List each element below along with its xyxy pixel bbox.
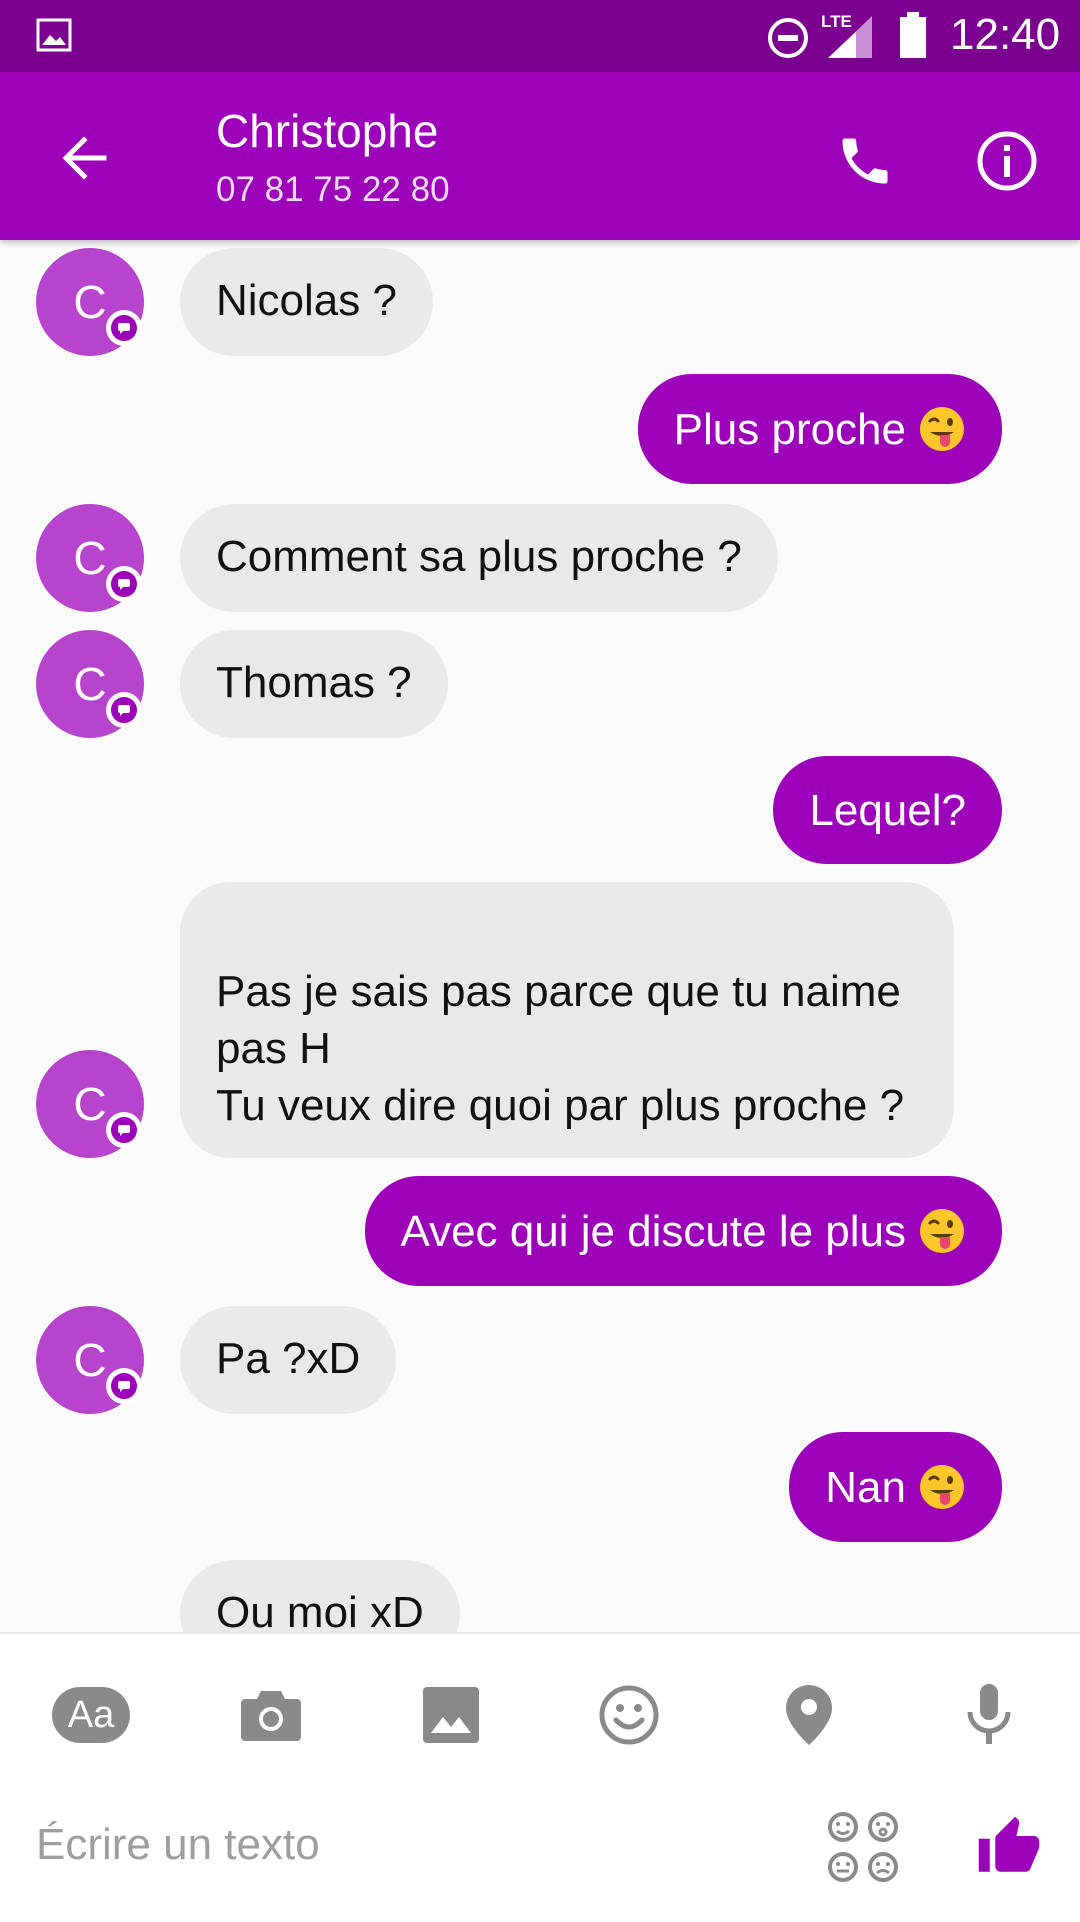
avatar-letter: C xyxy=(73,1078,107,1130)
contact-avatar[interactable]: C xyxy=(36,1050,144,1158)
gallery-icon xyxy=(423,1687,479,1743)
phone-icon xyxy=(842,138,888,184)
incoming-message[interactable]: Pa ?xD xyxy=(180,1306,397,1414)
messenger-badge-icon xyxy=(106,310,142,346)
network-type-label: LTE xyxy=(821,12,852,31)
messenger-badge-icon xyxy=(106,692,142,728)
face-with-tongue-emoji-icon xyxy=(920,1465,964,1509)
face-with-tongue-emoji-icon xyxy=(920,407,964,451)
contact-avatar[interactable]: C xyxy=(36,248,144,356)
voice-record-button[interactable] xyxy=(944,1670,1034,1760)
emoji-icon xyxy=(599,1685,659,1745)
messenger-badge-icon xyxy=(106,1368,142,1404)
microphone-icon xyxy=(967,1684,1011,1744)
contact-avatar[interactable]: C xyxy=(36,504,144,612)
text-format-button[interactable]: Aa xyxy=(46,1670,136,1760)
avatar-letter: C xyxy=(73,1334,107,1386)
incoming-message[interactable]: Pas je sais pas parce que tu naime pas H… xyxy=(180,882,954,1158)
like-button[interactable] xyxy=(966,1804,1052,1890)
back-button[interactable] xyxy=(44,118,124,198)
message-text: Thomas ? xyxy=(216,658,412,707)
message-text: Pa ?xD xyxy=(216,1334,361,1383)
info-button[interactable] xyxy=(962,116,1052,206)
location-icon xyxy=(786,1685,832,1745)
message-composer: Aa Écrire un texto xyxy=(0,1632,1080,1922)
do-not-disturb-icon xyxy=(768,18,808,58)
gallery-notification-icon xyxy=(36,18,72,52)
message-text: Lequel? xyxy=(809,785,966,835)
message-input[interactable]: Écrire un texto xyxy=(36,1820,320,1870)
sticker-faces-icon[interactable] xyxy=(826,1810,900,1884)
location-button[interactable] xyxy=(764,1670,854,1760)
message-text: Plus proche xyxy=(673,404,906,454)
outgoing-message[interactable]: Plus proche xyxy=(637,374,1002,484)
battery-icon xyxy=(900,12,926,58)
conversation-header: Christophe 07 81 75 22 80 xyxy=(0,72,1080,240)
camera-icon xyxy=(241,1691,301,1741)
arrow-back-icon xyxy=(62,136,107,180)
avatar-letter: C xyxy=(73,658,107,710)
camera-button[interactable] xyxy=(226,1670,316,1760)
incoming-message[interactable]: Thomas ? xyxy=(180,630,448,738)
text-format-icon: Aa xyxy=(52,1687,130,1743)
messenger-badge-icon xyxy=(106,1112,142,1148)
avatar-letter: C xyxy=(73,276,107,328)
message-text: Nicolas ? xyxy=(216,276,397,325)
message-text: Nan xyxy=(825,1462,906,1512)
message-list[interactable]: C Nicolas ? Plus proche C Comment sa plu… xyxy=(0,240,1080,1632)
contact-name: Christophe xyxy=(216,105,439,157)
avatar-letter: C xyxy=(73,532,107,584)
outgoing-message[interactable]: Avec qui je discute le plus xyxy=(364,1176,1002,1286)
contact-avatar[interactable]: C xyxy=(36,1306,144,1414)
message-text: Ou moi xD xyxy=(216,1588,424,1632)
status-bar: LTE 12:40 xyxy=(0,0,1080,72)
contact-phone-number: 07 81 75 22 80 xyxy=(216,170,450,209)
outgoing-message[interactable]: Lequel? xyxy=(773,756,1002,864)
contact-avatar[interactable]: C xyxy=(36,630,144,738)
call-button[interactable] xyxy=(820,116,910,206)
message-text: Pas je sais pas parce que tu naime pas H… xyxy=(216,967,905,1130)
incoming-message[interactable]: Nicolas ? xyxy=(180,248,433,356)
emoji-button[interactable] xyxy=(584,1670,674,1760)
messenger-badge-icon xyxy=(106,566,142,602)
message-text: Avec qui je discute le plus xyxy=(400,1206,906,1256)
thumbs-up-icon xyxy=(978,1816,1040,1872)
face-with-tongue-emoji-icon xyxy=(920,1209,964,1253)
incoming-message[interactable]: Ou moi xD xyxy=(180,1560,460,1632)
outgoing-message[interactable]: Nan xyxy=(789,1432,1002,1542)
gallery-button[interactable] xyxy=(406,1670,496,1760)
clock: 12:40 xyxy=(950,10,1061,59)
info-icon xyxy=(977,131,1037,191)
incoming-message[interactable]: Comment sa plus proche ? xyxy=(180,504,778,612)
message-text: Comment sa plus proche ? xyxy=(216,532,742,581)
